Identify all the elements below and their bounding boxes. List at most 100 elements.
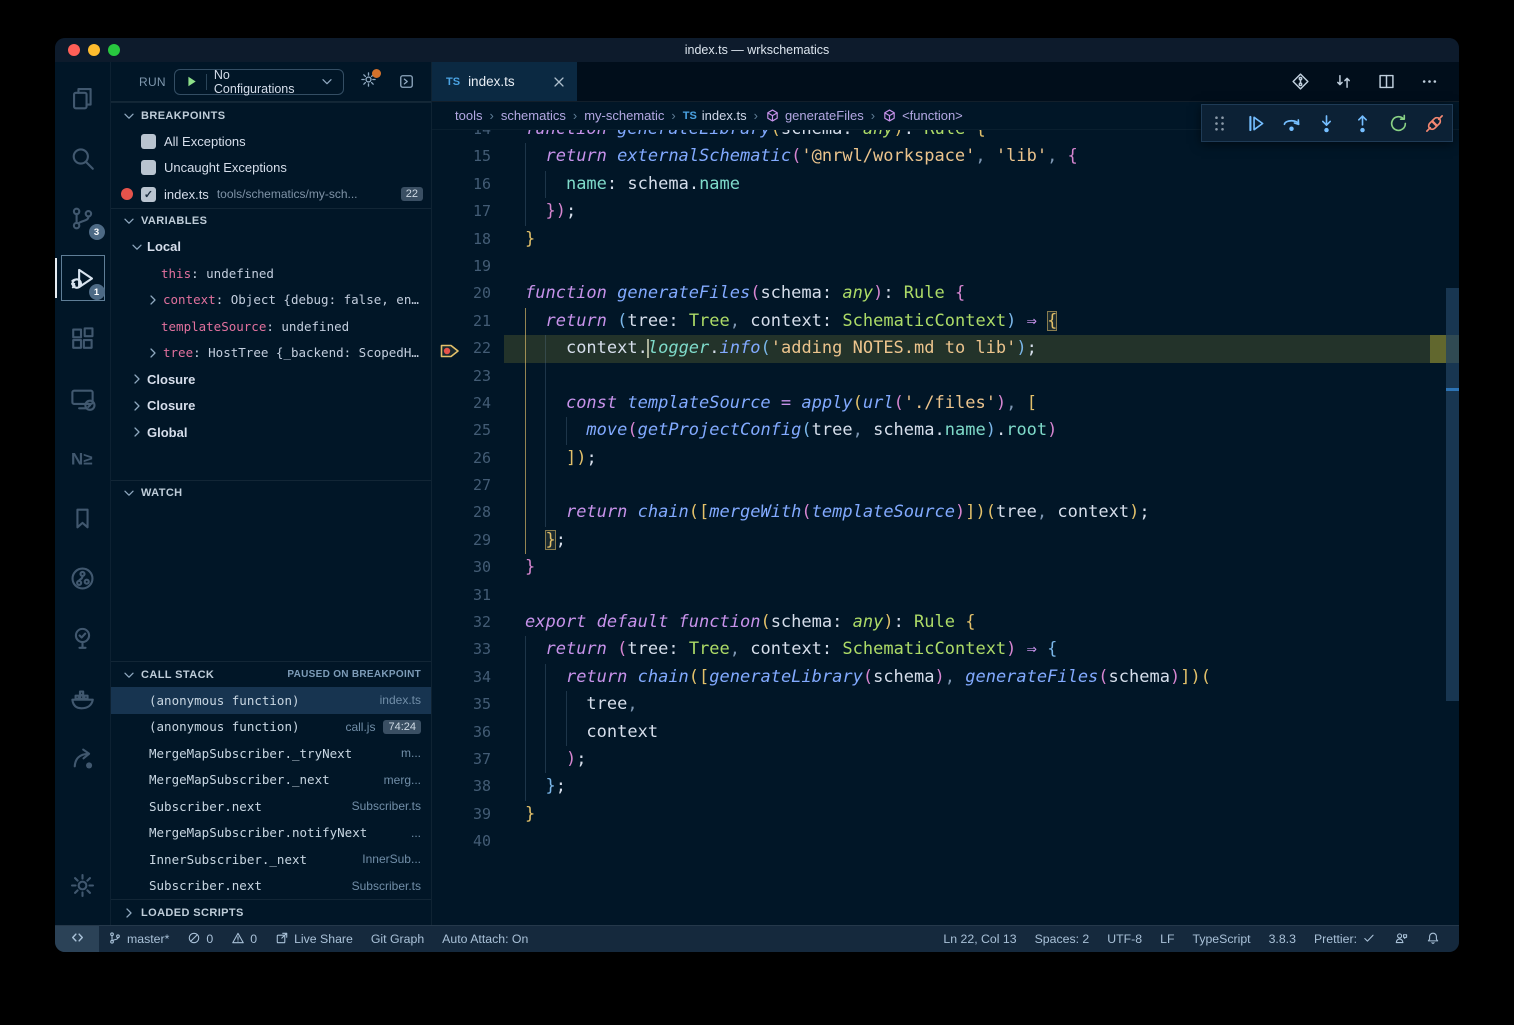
variable-row[interactable]: this: undefined xyxy=(111,260,431,287)
prettier[interactable]: Prettier: xyxy=(1305,926,1385,952)
variables-section-header[interactable]: VARIABLES xyxy=(111,208,431,234)
more-actions-icon[interactable] xyxy=(1420,72,1439,91)
code-line[interactable]: 17 }); xyxy=(432,198,1459,225)
code-line[interactable]: 24 const templateSource = apply(url('./f… xyxy=(432,390,1459,417)
code-line[interactable]: 19 xyxy=(432,253,1459,280)
nx-console-icon[interactable]: N≥ xyxy=(59,428,107,488)
close-window-button[interactable] xyxy=(68,44,80,56)
indent-size[interactable]: Spaces: 2 xyxy=(1026,926,1099,952)
scrollbar-thumb[interactable] xyxy=(1446,288,1459,701)
docker-icon[interactable] xyxy=(59,668,107,728)
code-line[interactable]: 40 xyxy=(432,828,1459,855)
watch-section-header[interactable]: WATCH xyxy=(111,480,431,506)
manage-gear-icon[interactable] xyxy=(59,855,107,915)
loaded-scripts-section-header[interactable]: LOADED SCRIPTS xyxy=(111,899,431,925)
call-stack-frame[interactable]: Subscriber.nextSubscriber.ts xyxy=(111,873,431,900)
code-line-current[interactable]: 22 context.logger.info('adding NOTES.md … xyxy=(432,335,1459,362)
run-debug-icon[interactable]: 1 xyxy=(59,248,107,308)
step-into-icon[interactable] xyxy=(1316,113,1337,134)
breakpoint-row[interactable]: ✓index.tstools/schematics/my-sch...22 xyxy=(111,181,431,208)
eol[interactable]: LF xyxy=(1151,926,1183,952)
breadcrumb-item[interactable]: <function> xyxy=(882,108,963,123)
configure-gear-icon[interactable] xyxy=(358,71,380,93)
step-out-icon[interactable] xyxy=(1352,113,1373,134)
split-editor-icon[interactable] xyxy=(1377,72,1396,91)
explorer-icon[interactable] xyxy=(59,68,107,128)
breakpoint-checkbox[interactable] xyxy=(141,160,156,175)
code-line[interactable]: 39} xyxy=(432,801,1459,828)
launch-config-dropdown[interactable]: No Configurations xyxy=(174,69,344,95)
breakpoint-checkbox[interactable] xyxy=(141,134,156,149)
ts-version[interactable]: 3.8.3 xyxy=(1260,926,1305,952)
call-stack-frame[interactable]: MergeMapSubscriber._tryNextm... xyxy=(111,740,431,767)
code-line[interactable]: 15 return externalSchematic('@nrwl/works… xyxy=(432,143,1459,170)
editor-scrollbar[interactable] xyxy=(1446,130,1459,925)
breakpoints-section-header[interactable]: BREAKPOINTS xyxy=(111,102,431,128)
code-line[interactable]: 27 xyxy=(432,472,1459,499)
continue-icon[interactable] xyxy=(1245,113,1266,134)
minimize-window-button[interactable] xyxy=(88,44,100,56)
source-control-icon[interactable]: 3 xyxy=(59,188,107,248)
git-branch[interactable]: master* xyxy=(99,926,178,952)
breadcrumb-item[interactable]: tools xyxy=(455,108,482,123)
variable-row[interactable]: context: Object {debug: false, en… xyxy=(111,287,431,314)
chevron-down-icon[interactable] xyxy=(319,71,335,93)
start-debug-icon[interactable] xyxy=(183,71,199,93)
code-line[interactable]: 23 xyxy=(432,363,1459,390)
live-share[interactable]: Live Share xyxy=(266,926,362,952)
remote-indicator[interactable] xyxy=(55,926,99,952)
code-line[interactable]: 31 xyxy=(432,582,1459,609)
code-line[interactable]: 38 }; xyxy=(432,773,1459,800)
code-line[interactable]: 18} xyxy=(432,226,1459,253)
todo-tree-icon[interactable] xyxy=(59,608,107,668)
debug-console-icon[interactable] xyxy=(395,71,417,93)
variable-row[interactable]: templateSource: undefined xyxy=(111,313,431,340)
zoom-window-button[interactable] xyxy=(108,44,120,56)
bookmarks-icon[interactable] xyxy=(59,488,107,548)
code-editor[interactable]: 14function generateLibrary(schema: any):… xyxy=(432,130,1459,925)
code-line[interactable]: 21 return (tree: Tree, context: Schemati… xyxy=(432,308,1459,335)
restart-icon[interactable] xyxy=(1388,113,1409,134)
breakpoint-row[interactable]: Uncaught Exceptions xyxy=(111,155,431,182)
breakpoint-checkbox[interactable]: ✓ xyxy=(141,187,156,202)
breadcrumb-item[interactable]: my-schematic xyxy=(584,108,664,123)
call-stack-frame[interactable]: (anonymous function)index.ts xyxy=(111,687,431,714)
code-line[interactable]: 30} xyxy=(432,554,1459,581)
debug-current-step-breakpoint-icon[interactable] xyxy=(439,341,461,357)
call-stack-frame[interactable]: MergeMapSubscriber._nextmerg... xyxy=(111,767,431,794)
tab-index-ts[interactable]: TS index.ts xyxy=(432,62,577,101)
code-line[interactable]: 37 ); xyxy=(432,746,1459,773)
call-stack-frame[interactable]: Subscriber.nextSubscriber.ts xyxy=(111,793,431,820)
cursor-position[interactable]: Ln 22, Col 13 xyxy=(934,926,1025,952)
code-line[interactable]: 35 tree, xyxy=(432,691,1459,718)
breadcrumb-item[interactable]: schematics xyxy=(501,108,566,123)
notifications-icon[interactable] xyxy=(1417,926,1449,952)
variable-row[interactable]: Closure xyxy=(111,393,431,420)
disconnect-icon[interactable] xyxy=(1424,113,1445,134)
drag-handle[interactable] xyxy=(1209,113,1230,134)
breadcrumb-item[interactable]: TSindex.ts xyxy=(683,108,747,123)
code-line[interactable]: 20function generateFiles(schema: any): R… xyxy=(432,280,1459,307)
git-graph-icon[interactable] xyxy=(59,548,107,608)
code-line[interactable]: 16 name: schema.name xyxy=(432,171,1459,198)
search-icon[interactable] xyxy=(59,128,107,188)
code-line[interactable]: 32export default function(schema: any): … xyxy=(432,609,1459,636)
breakpoint-row[interactable]: All Exceptions xyxy=(111,128,431,155)
warnings[interactable]: 0 xyxy=(222,926,266,952)
code-line[interactable]: 34 return chain([generateLibrary(schema)… xyxy=(432,664,1459,691)
close-tab-icon[interactable] xyxy=(551,74,567,90)
extensions-icon[interactable] xyxy=(59,308,107,368)
auto-attach[interactable]: Auto Attach: On xyxy=(433,926,537,952)
code-line[interactable]: 25 move(getProjectConfig(tree, schema.na… xyxy=(432,417,1459,444)
variable-row[interactable]: Closure xyxy=(111,366,431,393)
breadcrumb-item[interactable]: generateFiles xyxy=(765,108,864,123)
step-over-icon[interactable] xyxy=(1281,113,1302,134)
code-line[interactable]: 26 ]); xyxy=(432,445,1459,472)
call-stack-frame[interactable]: MergeMapSubscriber.notifyNext... xyxy=(111,820,431,847)
errors[interactable]: 0 xyxy=(178,926,222,952)
open-changes-icon[interactable] xyxy=(1334,72,1353,91)
remote-explorer-icon[interactable] xyxy=(59,368,107,428)
feedback-icon[interactable] xyxy=(1385,926,1417,952)
variable-row[interactable]: Local xyxy=(111,234,431,261)
git-graph[interactable]: Git Graph xyxy=(362,926,433,952)
